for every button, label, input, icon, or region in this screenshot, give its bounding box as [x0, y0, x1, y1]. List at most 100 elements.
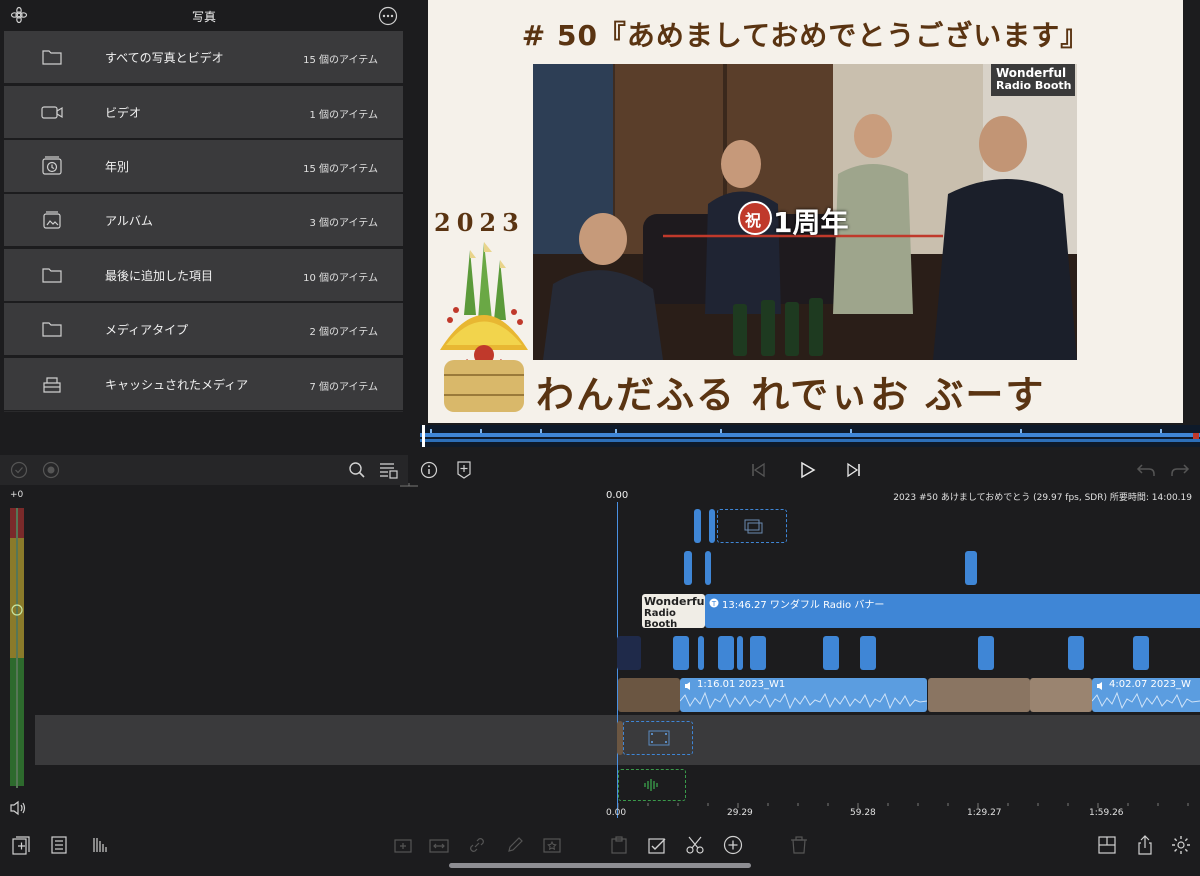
kadomatsu-decoration-icon [436, 240, 532, 415]
library-title: 写真 [191, 10, 216, 24]
title-clip-logo-line2: Radio Booth [644, 608, 678, 628]
library-item-video[interactable]: ビデオ 1 個のアイテム [4, 86, 403, 138]
preview-scrubber[interactable] [420, 425, 1200, 447]
main-clip-thumbnails[interactable] [1030, 678, 1092, 712]
replace-clip-icon[interactable] [428, 834, 450, 856]
waveform-icon [643, 778, 661, 792]
overlay-clip[interactable] [673, 636, 689, 670]
home-indicator [449, 863, 751, 868]
cached-media-icon [40, 372, 64, 396]
folder-icon [40, 317, 64, 341]
skip-to-end-icon[interactable] [846, 462, 862, 478]
title-clip[interactable]: T 13:46.27 ワンダフル Radio バナー [705, 594, 1200, 628]
record-circle-icon[interactable] [42, 461, 60, 479]
overlay-clip[interactable] [718, 636, 734, 670]
overlay-clip[interactable] [1133, 636, 1149, 670]
library-item-count: 2 個のアイテム [309, 327, 378, 338]
library-item-count: 7 個のアイテム [309, 382, 378, 393]
library-item-label: 最後に追加した項目 [105, 269, 214, 283]
timeline-clip[interactable] [684, 551, 692, 585]
library-item-label: メディアタイプ [105, 323, 189, 337]
track-view-icon[interactable] [90, 834, 112, 856]
overlay-clip[interactable] [698, 636, 704, 670]
main-clip1-label: 1:16.01 2023_W1 [697, 679, 786, 690]
library-item-count: 10 個のアイテム [303, 273, 378, 284]
add-marker-icon[interactable] [456, 460, 472, 480]
main-video-clip[interactable]: 1:16.01 2023_W1 [680, 678, 927, 712]
library-item-all-photos[interactable]: すべての写真とビデオ 15 個のアイテム [4, 31, 403, 83]
library-item-count: 1 個のアイテム [309, 110, 378, 121]
settings-gear-icon[interactable] [1170, 834, 1192, 856]
sort-filter-icon[interactable] [378, 461, 398, 479]
audio-level-meter: +0 [0, 488, 35, 826]
svg-text:T: T [711, 600, 717, 608]
pencil-icon[interactable] [504, 834, 526, 856]
folder-icon [40, 263, 64, 287]
ruler-label: 1:59.26 [1089, 808, 1124, 818]
link-icon[interactable] [466, 834, 488, 856]
ruler-label: 59.28 [850, 808, 876, 818]
library-item-label: ビデオ [105, 106, 142, 120]
library-item-media-types[interactable]: メディアタイプ 2 個のアイテム [4, 303, 403, 355]
preview-episode-title: # 50『あめましておめでとうございます』 [521, 19, 1090, 52]
overlay-clip[interactable] [1068, 636, 1084, 670]
timeline[interactable]: +0 0.00 2023 #50 あけましておめでとう (29.97 fps, … [0, 488, 1200, 826]
overlay-clip[interactable] [750, 636, 766, 670]
audio-speaker-icon [1096, 681, 1106, 691]
library-item-label: すべての写真とビデオ [105, 51, 224, 65]
library-item-by-year[interactable]: 年別 15 個のアイテム [4, 140, 403, 192]
undo-icon[interactable] [1136, 462, 1156, 478]
clip-list-icon[interactable] [48, 834, 70, 856]
film-stack-icon [743, 516, 763, 534]
overlay-clip[interactable] [737, 636, 743, 670]
main-clip-thumbnails[interactable] [618, 678, 680, 712]
speaker-icon[interactable] [9, 800, 27, 816]
overlay-clip[interactable] [978, 636, 994, 670]
play-icon[interactable] [798, 461, 816, 479]
video-camera-icon [40, 100, 64, 124]
search-icon[interactable] [348, 461, 366, 479]
select-checkbox-icon[interactable] [646, 834, 668, 856]
ruler-label: 0.00 [606, 808, 627, 818]
overlay-clip[interactable] [617, 636, 641, 670]
library-empty-area [4, 411, 403, 453]
timeline-clip[interactable] [709, 509, 715, 543]
checkmark-circle-icon[interactable] [10, 461, 28, 479]
share-icon[interactable] [1134, 834, 1156, 856]
title-clip-label: 13:46.27 ワンダフル Radio バナー [722, 600, 885, 611]
folder-icon [40, 45, 64, 69]
overlay-banner-mark: 祝 [745, 211, 762, 230]
timeline-clip[interactable] [965, 551, 977, 585]
preview-brand-text: わんだふる れでぃお ぶーす [536, 372, 1046, 417]
add-icon[interactable] [722, 834, 744, 856]
library-item-cached-media[interactable]: キャッシュされたメディア 7 個のアイテム [4, 358, 403, 410]
ruler-label: 29.29 [727, 808, 753, 818]
scissors-icon[interactable] [684, 834, 706, 856]
main-clip-thumbnails[interactable] [928, 678, 1030, 712]
overlay-clip[interactable] [860, 636, 876, 670]
meter-level-label: +0 [10, 490, 24, 500]
timeline-clip[interactable] [705, 551, 711, 585]
add-clip-icon[interactable] [392, 834, 414, 856]
calendar-clock-icon [40, 154, 64, 178]
library-item-recently-added[interactable]: 最後に追加した項目 10 個のアイテム [4, 249, 403, 301]
video-preview-frame[interactable]: # 50『あめましておめでとうございます』 Wonderful Radio Bo… [428, 0, 1183, 423]
redo-icon[interactable] [1170, 462, 1190, 478]
overlay-logo-line2: Radio Booth [996, 79, 1072, 92]
film-icon [648, 730, 670, 746]
layout-icon[interactable] [1096, 834, 1118, 856]
library-item-count: 3 個のアイテム [309, 218, 378, 229]
import-media-icon[interactable] [10, 834, 32, 856]
clipboard-icon[interactable] [608, 834, 630, 856]
main-video-clip[interactable]: 4:02.07 2023_W [1092, 678, 1200, 712]
title-clip-thumbnail[interactable]: Wonderful Radio Booth [642, 594, 705, 628]
favorite-clip-icon[interactable] [541, 834, 563, 856]
more-options-icon[interactable] [378, 6, 398, 26]
timeline-clip[interactable] [694, 509, 701, 543]
info-icon[interactable] [420, 461, 438, 479]
overlay-clip[interactable] [823, 636, 839, 670]
library-item-label: アルバム [105, 214, 153, 228]
trash-icon[interactable] [788, 834, 810, 856]
library-item-albums[interactable]: アルバム 3 個のアイテム [4, 194, 403, 246]
skip-to-start-icon[interactable] [750, 462, 766, 478]
